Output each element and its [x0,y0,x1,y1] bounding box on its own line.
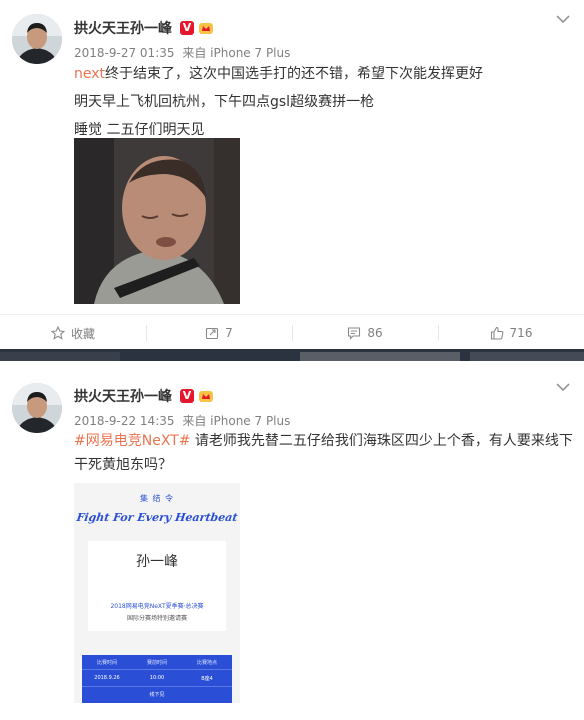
post-photo[interactable] [74,138,240,304]
invite-subtitle: 国际分赛场特别邀请赛 [126,615,187,622]
like-icon [490,326,503,340]
star-icon [50,326,65,340]
post-line: 干死黄旭东吗？ [74,457,172,473]
invite-name: 孙一峰 [136,554,178,570]
crown-icon[interactable] [198,389,214,403]
post-line: next终于结束了，这次中国选手打的还不错，希望下次能发挥更好 [74,62,574,86]
table-header: 赛前时间 [146,659,167,666]
repost-icon [206,327,219,340]
post-line: #网易电竞NeXT# 请老师我先替二五仔给我们海珠区四少上个香，有人要来线下 [74,429,574,453]
post-device: iPhone 7 Plus [210,46,291,60]
divider-banner [0,352,584,361]
source-prefix: 来自 [182,414,207,428]
post-date[interactable]: 2018-9-22 14:35 [74,414,175,428]
post-line-text: 终于结束了，这次中国选手打的还不错，希望下次能发挥更好 [105,66,484,82]
table-cell: B座4 [201,675,213,682]
favorite-button[interactable]: 收藏 [0,315,146,351]
like-count: 716 [509,326,533,340]
invite-table: 比赛时间 赛前时间 比赛地点 2018.9.26 10:00 B座4 线下见 [82,655,232,703]
weibo-post: 拱火天王孙一峰 V 2018-9-22 14:35 来自 iPhone 7 Pl… [0,361,584,720]
post-line-text: 请老师我先替二五仔给我们海珠区四少上个香，有人要来线下 [190,433,573,449]
table-cell: 10:00 [149,675,165,681]
post-divider [0,349,584,361]
post-date[interactable]: 2018-9-27 01:35 [74,46,175,60]
table-header: 比赛时间 [96,659,117,666]
repost-button[interactable]: 7 [146,315,292,351]
invite-slogan: Fight For Every Heartbeat [75,511,239,524]
comment-button[interactable]: 86 [292,315,438,351]
invite-event: 2018网易电竞NeXT夏季赛·总决赛 [110,603,204,610]
weibo-post: 拱火天王孙一峰 V 2018-9-27 01:35 来自 iPhone 7 Pl… [0,0,584,349]
post-text: next终于结束了，这次中国选手打的还不错，希望下次能发挥更好 明天早上飞机回杭… [74,62,574,142]
post-meta: 2018-9-22 14:35 来自 iPhone 7 Plus [74,412,290,429]
table-header: 比赛地点 [196,659,217,666]
verified-icon: V [180,21,194,35]
hashtag-link[interactable]: #网易电竞NeXT# [74,433,190,449]
avatar-image [12,383,62,433]
verified-icon: V [180,389,194,403]
like-button[interactable]: 716 [438,315,584,351]
action-bar: 收藏 7 86 716 [0,314,584,351]
crown-icon[interactable] [198,21,214,35]
comment-icon [348,327,361,340]
avatar[interactable] [12,14,62,64]
author-name[interactable]: 拱火天王孙一峰 [74,386,172,406]
sleeping-man-photo [74,138,240,304]
post-meta: 2018-9-27 01:35 来自 iPhone 7 Plus [74,44,290,61]
chevron-down-icon[interactable] [556,14,570,24]
table-cell: 2018.9.26 [94,675,120,681]
post-text: #网易电竞NeXT# 请老师我先替二五仔给我们海珠区四少上个香，有人要来线下 干… [74,429,574,477]
repost-count: 7 [225,326,233,340]
comment-count: 86 [367,326,383,340]
topic-link[interactable]: next [74,66,105,82]
favorite-label: 收藏 [70,326,95,341]
invite-header: 集 结 令 [139,494,175,503]
invite-poster[interactable]: 集 结 令 Fight For Every Heartbeat 孙一峰 2018… [74,483,240,703]
chevron-down-icon[interactable] [556,382,570,392]
avatar[interactable] [12,383,62,433]
author-name[interactable]: 拱火天王孙一峰 [74,18,172,38]
source-prefix: 来自 [182,46,207,60]
invite-footer: 线下见 [82,686,232,703]
post-line: 明天早上飞机回杭州，下午四点gsl超级赛拼一枪 [74,94,375,110]
avatar-image [12,14,62,64]
post-device: iPhone 7 Plus [210,414,291,428]
